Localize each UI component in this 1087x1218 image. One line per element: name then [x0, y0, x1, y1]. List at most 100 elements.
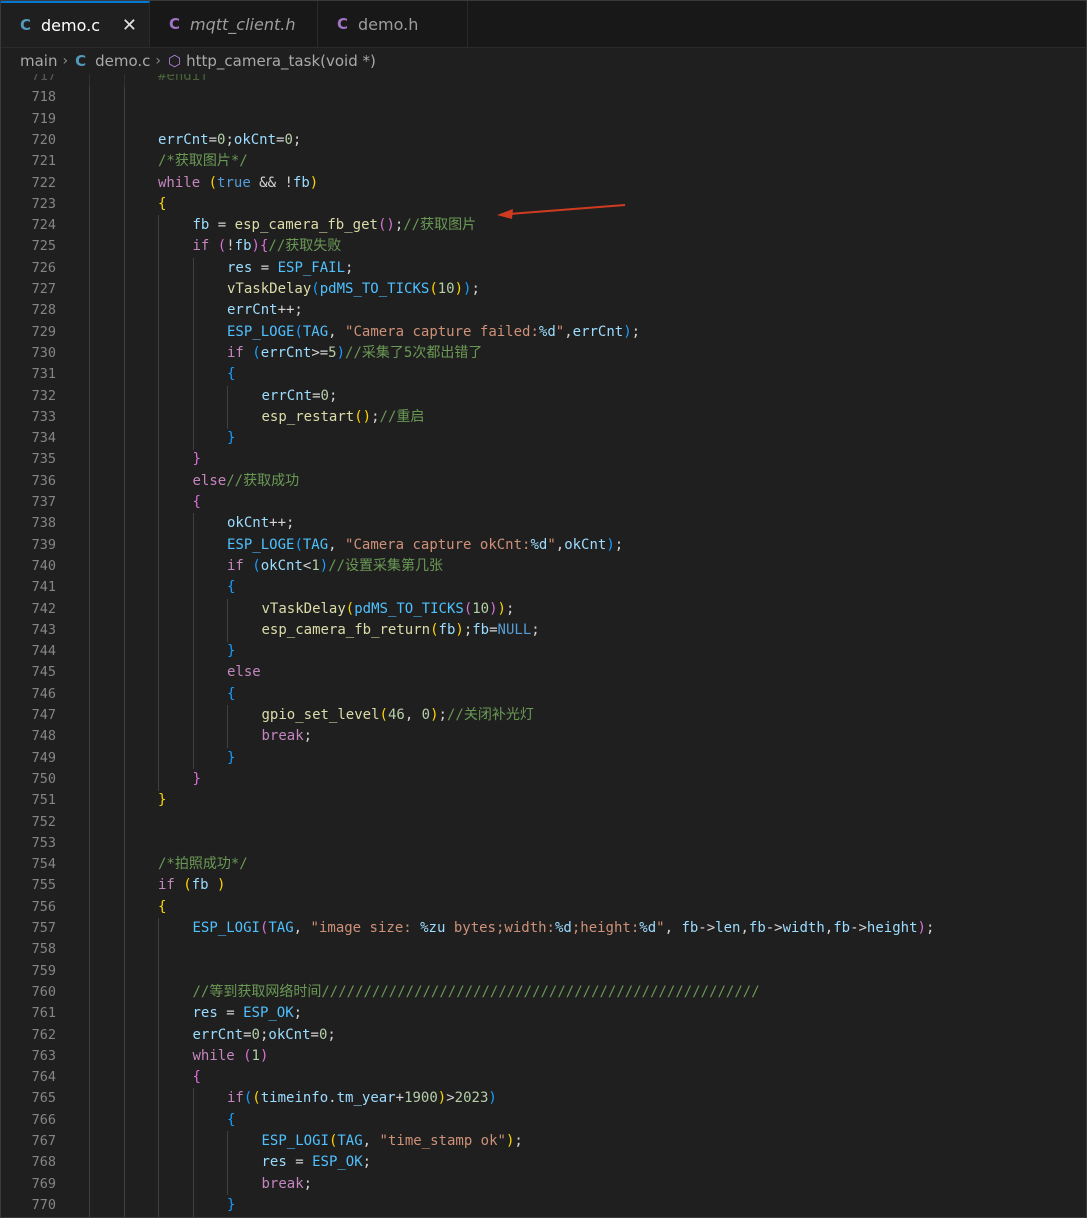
code-line[interactable]: 760 //等到获取网络时间///////////////////////////… [1, 981, 1086, 1004]
indent-guide [89, 428, 90, 450]
indent-guide [158, 406, 159, 429]
indent-guide [192, 321, 194, 344]
code-line[interactable]: 758 [1, 939, 1086, 962]
indent-guide [89, 598, 90, 621]
chevron-right-icon: › [155, 53, 162, 69]
code-line[interactable]: 747 gpio_set_level(46, 0);//关闭补光灯 [1, 705, 1086, 727]
line-number: 769 [31, 1175, 56, 1192]
code-line[interactable]: 727 vTaskDelay(pdMS_TO_TICKS(10)); [1, 279, 1086, 301]
indent-guide [158, 981, 159, 1004]
code-line[interactable]: 763 while (1) [1, 1045, 1086, 1068]
code-editor[interactable]: 717 #endif 718 719 720 errCnt=0;okCnt=0; 721 /*… [1, 74, 1086, 1217]
code-line[interactable]: 739 ESP_LOGE(TAG, "Camera capture okCnt:%… [1, 534, 1086, 557]
code-line[interactable]: 768 res = ESP_OK; [1, 1152, 1086, 1175]
code-line[interactable]: 751} [1, 790, 1086, 812]
code-line[interactable]: 764 { [1, 1067, 1086, 1089]
code-line[interactable]: 766 { [1, 1109, 1086, 1132]
code-text: fb = esp_camera_fb_get();//获取图片 [192, 217, 477, 234]
indent-guide [158, 257, 159, 280]
code-line[interactable]: 762 errCnt=0;okCnt=0; [1, 1024, 1086, 1047]
code-line[interactable]: 736 else//获取成功 [1, 470, 1086, 493]
line-number: 747 [31, 707, 56, 723]
code-line[interactable]: 743 esp_camera_fb_return(fb);fb=NULL; [1, 619, 1086, 642]
code-line[interactable]: 742 vTaskDelay(pdMS_TO_TICKS(10)); [1, 598, 1086, 621]
code-line[interactable]: 730 if (errCnt>=5)//采集了5次都出错了 [1, 342, 1086, 365]
code-line[interactable]: 740 if (okCnt<1)//设置采集第几张 [1, 555, 1086, 578]
indent-guide [123, 960, 125, 983]
code-text: //等到获取网络时间//////////////////////////////… [192, 983, 760, 1000]
indent-guide [89, 1152, 90, 1175]
code-line[interactable]: 717 #endif [1, 74, 1086, 88]
code-line[interactable]: 729 ESP_LOGE(TAG, "Camera capture failed:… [1, 321, 1086, 344]
code-line[interactable]: 741 { [1, 577, 1086, 599]
indent-guide [123, 790, 125, 812]
indent-guide [89, 939, 90, 962]
code-line[interactable]: 725 if (!fb){//获取失败 [1, 236, 1086, 259]
line-number: 767 [31, 1133, 56, 1149]
code-line[interactable]: 755 if (fb ) [1, 875, 1086, 898]
code-text: { [227, 366, 236, 383]
indent-guide [123, 172, 125, 195]
indent-guide [123, 662, 125, 685]
indent-guide [192, 1131, 194, 1153]
code-line[interactable]: 733 esp_restart();//重启 [1, 406, 1086, 429]
line-number: 723 [31, 195, 56, 212]
code-line[interactable]: 754 /*拍照成功*/ [1, 854, 1086, 876]
indent-guide [123, 87, 125, 110]
code-line[interactable]: 720 errCnt=0;okCnt=0; [1, 129, 1086, 152]
code-line[interactable]: 731 { [1, 364, 1086, 386]
code-line[interactable]: 770} [1, 1194, 1086, 1217]
code-line[interactable]: 750} [1, 768, 1086, 791]
line-number: 717 [31, 74, 56, 84]
code-line[interactable]: 769 break; [1, 1173, 1086, 1196]
code-line[interactable]: 761 res = ESP_OK; [1, 1003, 1086, 1025]
code-line[interactable]: 734} [1, 428, 1086, 450]
code-line[interactable]: 748 break; [1, 726, 1086, 749]
code-line[interactable]: 767 ESP_LOGI(TAG, "time_stamp ok"); [1, 1131, 1086, 1153]
tab-demo-h[interactable]: C demo.h [318, 1, 468, 47]
code-line[interactable]: 738 okCnt++; [1, 513, 1086, 536]
indent-guide [158, 641, 159, 663]
code-line[interactable]: 765 if((timeinfo.tm_year+1900)>2023) [1, 1088, 1086, 1111]
breadcrumb-symbol[interactable]: http_camera_task(void *) [186, 52, 376, 70]
code-line[interactable]: 721 /*获取图片*/ [1, 151, 1086, 173]
indent-guide [158, 662, 159, 685]
breadcrumb-file[interactable]: demo.c [95, 52, 150, 70]
breadcrumb-folder[interactable]: main [20, 52, 57, 70]
indent-guide [192, 1152, 194, 1175]
code-line[interactable]: 749} [1, 747, 1086, 770]
code-line[interactable]: 728 errCnt++; [1, 300, 1086, 323]
code-line[interactable]: 726 res = ESP_FAIL; [1, 257, 1086, 280]
code-line[interactable]: 735} [1, 449, 1086, 472]
code-line[interactable]: 744} [1, 641, 1086, 663]
line-number: 741 [31, 579, 56, 596]
indent-guide [89, 1045, 90, 1068]
code-line[interactable]: 737 { [1, 492, 1086, 514]
indent-guide [89, 364, 90, 386]
indent-guide [192, 577, 194, 599]
code-line[interactable]: 757 ESP_LOGI(TAG, "image size: %zu bytes;… [1, 918, 1086, 940]
code-line[interactable]: 722 while (true && !fb) [1, 172, 1086, 195]
code-text: { [158, 898, 167, 915]
code-line[interactable]: 732 errCnt=0; [1, 385, 1086, 408]
code-line[interactable]: 759 [1, 960, 1086, 983]
line-number: 729 [31, 323, 56, 340]
code-line[interactable]: 718 [1, 87, 1086, 110]
code-line[interactable]: 771 else [1, 1216, 1086, 1217]
code-line[interactable]: 746 { [1, 683, 1086, 706]
code-line[interactable]: 753 [1, 832, 1086, 855]
indent-guide [158, 513, 159, 536]
close-icon[interactable]: ✕ [122, 15, 137, 36]
indent-guide [158, 598, 159, 621]
code-line[interactable]: 756 { [1, 896, 1086, 919]
indent-guide [158, 1109, 159, 1132]
line-number: 743 [31, 621, 56, 638]
code-line[interactable]: 719 [1, 108, 1086, 131]
code-line[interactable]: 752 [1, 811, 1086, 834]
tab-label: mqtt_client.h [190, 14, 296, 34]
tab-mqtt-client-h[interactable]: C mqtt_client.h [150, 1, 318, 47]
indent-guide [192, 1088, 194, 1111]
tab-demo-c[interactable]: C demo.c ✕ [1, 1, 150, 47]
code-line[interactable]: 745 else [1, 662, 1086, 685]
indent-guide [89, 1131, 90, 1153]
